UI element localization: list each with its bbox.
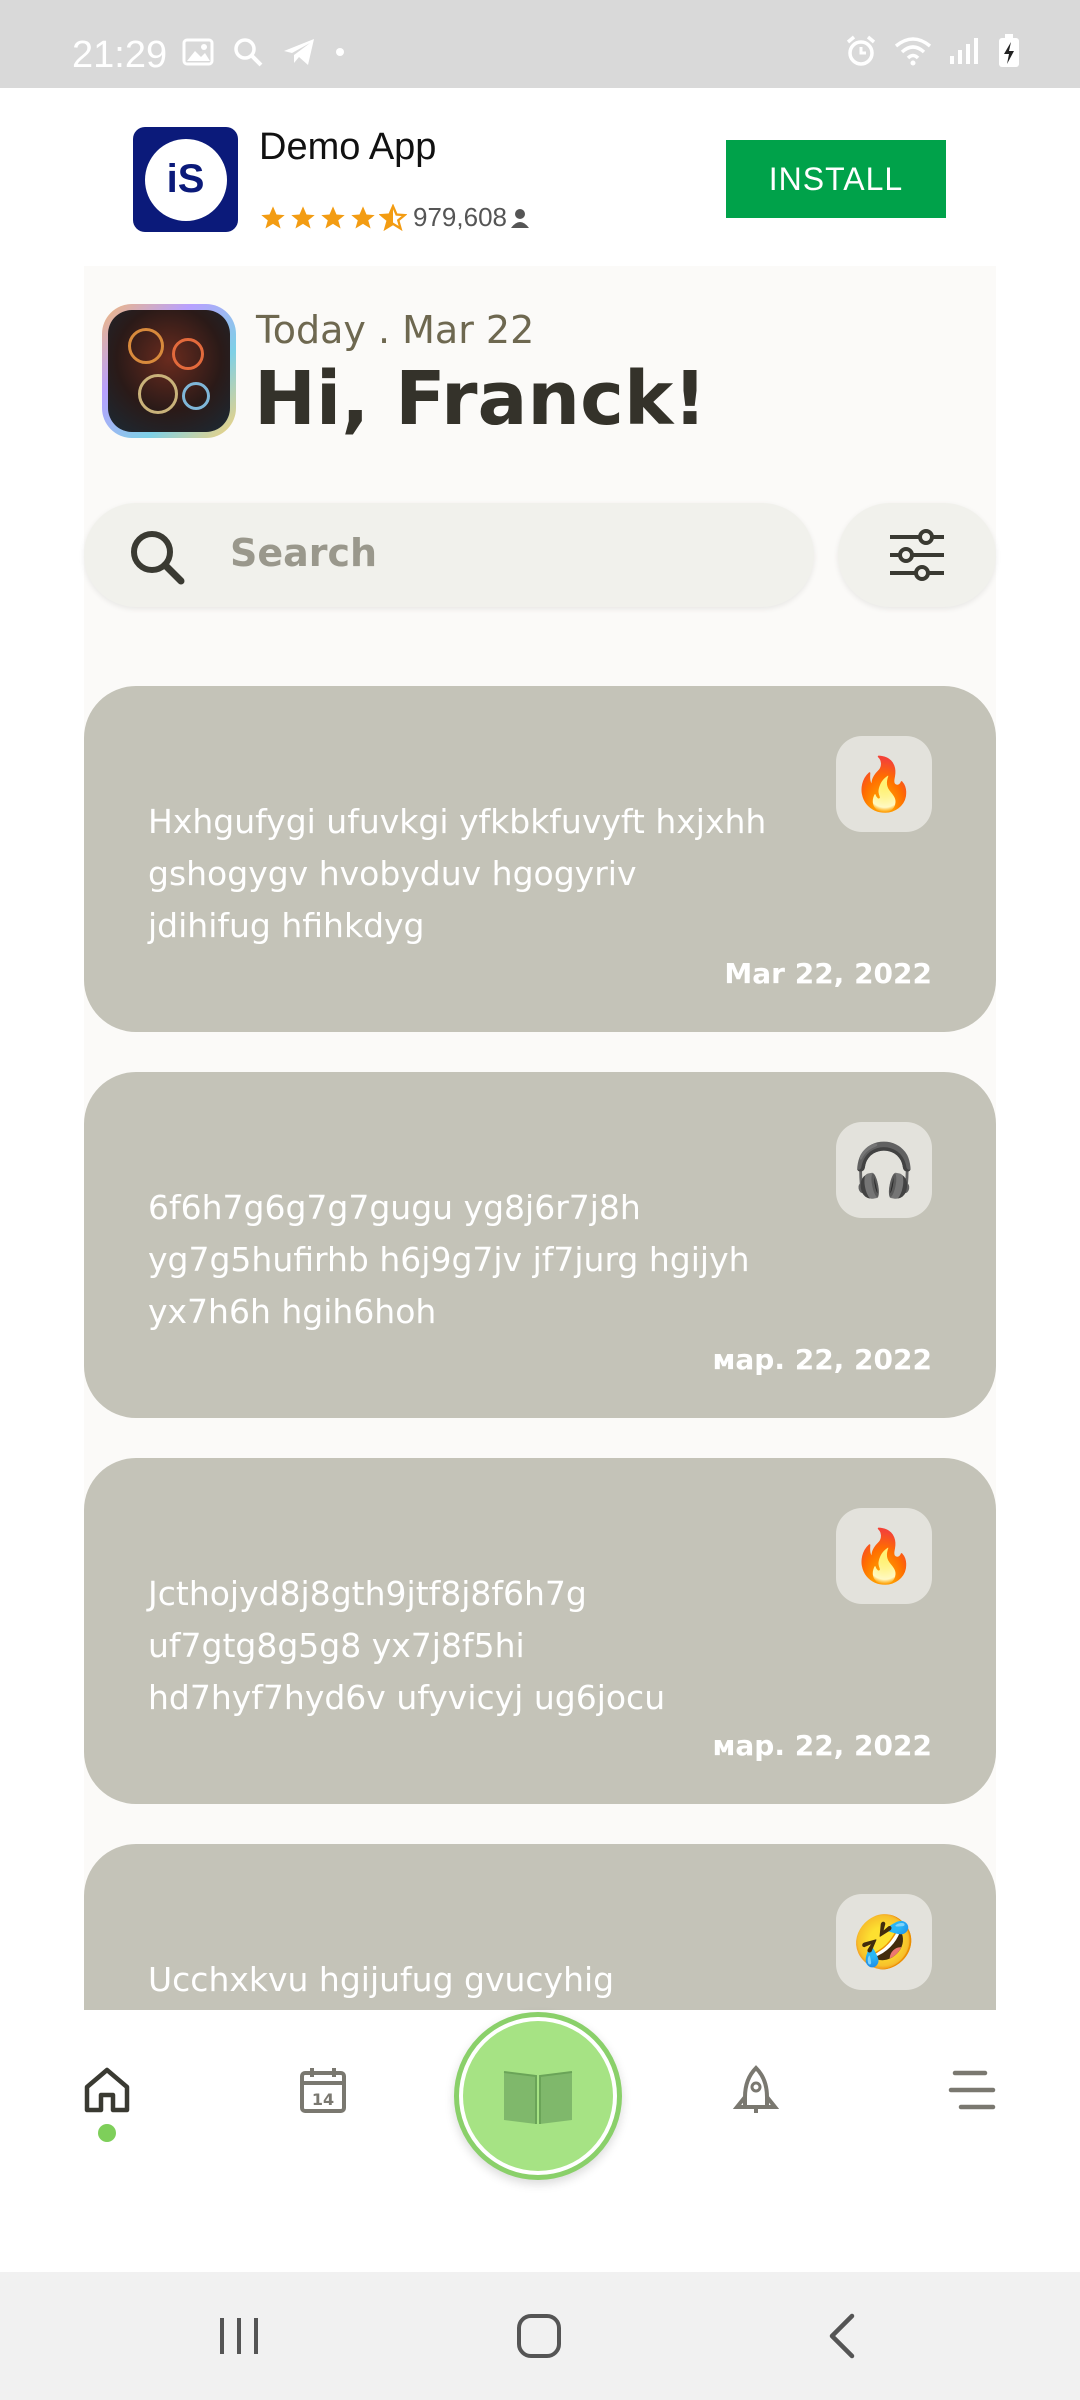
alarm-icon xyxy=(846,35,876,66)
avatar[interactable] xyxy=(102,304,236,438)
signal-icon xyxy=(950,38,978,64)
entry-text: Hxhgufygi ufuvkgi yfkbkfuvyft hxjxhh gsh… xyxy=(148,802,767,945)
mood-headphones-icon: 🎧 xyxy=(836,1122,932,1218)
svg-text:14: 14 xyxy=(312,2090,334,2109)
star-icon xyxy=(261,205,285,228)
home-icon xyxy=(84,2067,130,2113)
entry-date: Mar 22, 2022 xyxy=(724,957,932,990)
entry-date: мар. 22, 2022 xyxy=(712,1729,933,1762)
entry-text: 6f6h7g6g7g7gugu yg8j6r7j8h yg7g5hufirhb … xyxy=(148,1188,750,1331)
search-input[interactable]: Search xyxy=(230,531,377,575)
active-indicator xyxy=(98,2124,116,2142)
nav-calendar[interactable]: 14 xyxy=(283,2050,363,2130)
telegram-icon xyxy=(284,39,314,65)
battery-charging-icon xyxy=(999,34,1019,67)
mood-fire-icon: 🔥 xyxy=(836,736,932,832)
ad-rating-count: 979,608 xyxy=(413,202,507,232)
ad-logo-text: iS xyxy=(144,138,227,221)
search-bar[interactable] xyxy=(84,503,814,607)
journal-fab-button[interactable] xyxy=(454,2012,622,2180)
half-star-icon xyxy=(379,203,407,231)
entry-text: Ucchxkvu hgijufug gvucyhig xyxy=(148,1960,615,1999)
nav-rocket[interactable] xyxy=(716,2050,796,2130)
avatar-image xyxy=(108,310,230,432)
ad-rating: 979,608 xyxy=(259,202,531,233)
entry-text: Jcthojyd8j8gth9jtf8j8f6h7g uf7gtg8g5g8 y… xyxy=(148,1574,666,1717)
star-icon xyxy=(351,205,375,228)
mood-fire-icon: 🔥 xyxy=(836,1508,932,1604)
fab-inner xyxy=(463,2021,613,2171)
status-time: 21:29 xyxy=(72,34,168,76)
today-date: Today . Mar 22 xyxy=(256,308,535,352)
person-icon xyxy=(510,208,529,228)
rocket-icon xyxy=(732,2065,780,2113)
book-icon xyxy=(503,2071,573,2124)
filter-button[interactable] xyxy=(838,503,996,607)
back-icon[interactable] xyxy=(822,2312,862,2360)
menu-icon xyxy=(948,2070,996,2110)
nav-home[interactable] xyxy=(67,2050,147,2130)
sliders-icon xyxy=(890,529,944,581)
star-icon xyxy=(291,205,315,228)
entry-card[interactable]: 🤣 Ucchxkvu hgijufug gvucyhig xyxy=(84,1844,996,2010)
entry-card[interactable]: 🔥 Jcthojyd8j8gth9jtf8j8f6h7g uf7gtg8g5g8… xyxy=(84,1458,996,1804)
wifi-icon xyxy=(894,37,932,66)
search-icon xyxy=(131,531,185,585)
entry-date: мар. 22, 2022 xyxy=(712,1343,933,1376)
recent-apps-icon[interactable] xyxy=(214,2314,264,2358)
gallery-icon xyxy=(182,38,214,66)
install-button[interactable]: INSTALL xyxy=(726,140,946,218)
status-system-icons xyxy=(844,34,1020,68)
calendar-icon: 14 xyxy=(300,2068,346,2113)
nav-menu[interactable] xyxy=(932,2050,1012,2130)
ad-app-logo[interactable]: iS xyxy=(133,127,238,232)
greeting-title: Hi, Franck! xyxy=(254,356,707,442)
mood-laughing-icon: 🤣 xyxy=(836,1894,932,1990)
ad-app-name[interactable]: Demo App xyxy=(259,126,436,169)
status-notification-icons xyxy=(182,36,346,68)
entry-card[interactable]: 🎧 6f6h7g6g7g7gugu yg8j6r7j8h yg7g5hufirh… xyxy=(84,1072,996,1418)
entry-card[interactable]: 🔥 Hxhgufygi ufuvkgi yfkbkfuvyft hxjxhh g… xyxy=(84,686,996,1032)
home-system-icon[interactable] xyxy=(515,2312,563,2360)
dot-icon xyxy=(336,48,344,56)
star-icon xyxy=(321,205,345,228)
search-status-icon xyxy=(234,38,263,67)
